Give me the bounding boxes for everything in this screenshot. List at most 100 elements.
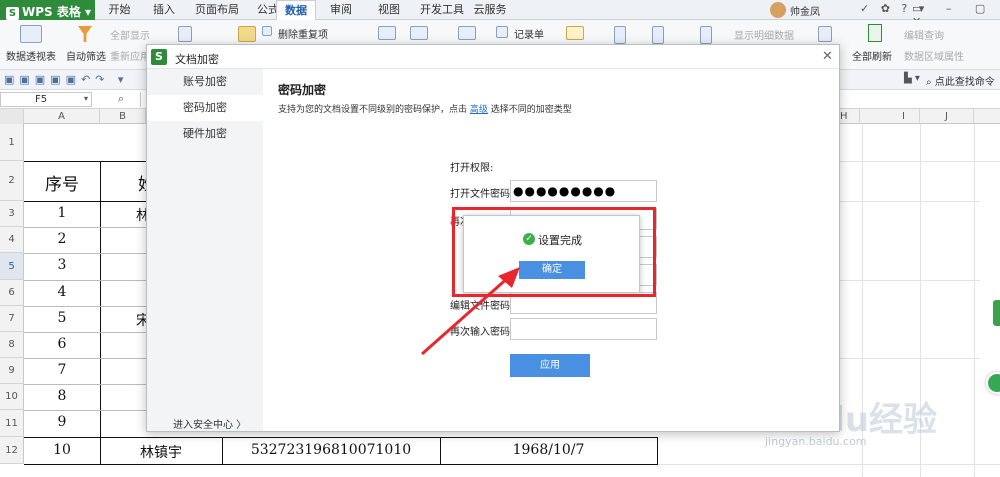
refresh-all-button[interactable]: 全部刷新 (852, 48, 892, 63)
desc-text: 支持为您的文档设置不同级别的密码保护，点击 (278, 105, 468, 115)
row-header-5[interactable]: 5 (0, 253, 24, 280)
user-name[interactable]: 帅金凤 (790, 3, 820, 18)
no-cell-6[interactable]: 6 (24, 336, 100, 352)
remove-dup-button[interactable]: 删除重复项 (278, 26, 328, 41)
section-heading: 密码加密 (278, 83, 327, 97)
record-sheet-button[interactable]: 记录单 (514, 26, 544, 41)
id-cell[interactable]: 532723196810071010 (222, 442, 440, 458)
tab-developer[interactable]: 开发工具 (412, 0, 472, 20)
refresh-all-icon (868, 24, 882, 42)
no-cell-8[interactable]: 8 (24, 388, 100, 404)
wps-logo-icon: S (151, 49, 167, 65)
group-icon[interactable] (614, 26, 626, 44)
annotation-arrow (421, 267, 520, 356)
row-header-9[interactable]: 9 (0, 358, 24, 384)
no-cell-10[interactable]: 10 (24, 442, 100, 458)
no-cell-1[interactable]: 1 (24, 205, 100, 221)
no-cell-9[interactable]: 9 (24, 414, 100, 430)
dialog-title-bar[interactable] (147, 45, 839, 69)
row-header-6[interactable]: 6 (0, 280, 24, 306)
zoom-icon[interactable]: ⌕ (118, 92, 124, 106)
grid-line (974, 124, 975, 477)
advanced-link[interactable]: 高级 (470, 105, 488, 115)
name-cell-partial[interactable]: 宋 (136, 310, 146, 330)
row-header-10[interactable]: 10 (0, 384, 24, 410)
row-header-8[interactable]: 8 (0, 332, 24, 358)
app-title: WPS 表格 (22, 5, 81, 19)
row-header-11[interactable]: 11 (0, 410, 24, 437)
name-cell-partial[interactable]: 林 (136, 205, 146, 225)
edit-query-button[interactable]: 编辑查询 (904, 27, 944, 42)
security-center-link[interactable]: 进入安全中心 〉 (173, 416, 246, 431)
no-cell-4[interactable]: 4 (24, 284, 100, 300)
grid-line (840, 358, 980, 359)
no-cell-5[interactable]: 5 (24, 310, 100, 326)
ungroup-icon[interactable] (652, 26, 664, 44)
tab-insert[interactable]: 插入 (142, 0, 186, 20)
sort-icon[interactable] (178, 26, 192, 42)
search-command[interactable]: ⌕ 点此查找命令 (926, 73, 995, 88)
pivot-table-button[interactable]: 数据透视表 (6, 48, 56, 63)
autofilter-button[interactable]: 自动筛选 (66, 48, 106, 63)
table-border (24, 280, 146, 281)
section-description: 支持为您的文档设置不同级别的密码保护，点击 高级 选择不同的加密类型 (278, 102, 572, 115)
qat-more-icon[interactable]: ▙ ▾ (904, 73, 920, 84)
date-cell[interactable]: 1968/10/7 (440, 442, 657, 458)
no-cell-2[interactable]: 2 (24, 231, 100, 247)
highlight-dup-icon[interactable] (238, 26, 256, 42)
validity-icon[interactable] (410, 26, 428, 40)
close-icon[interactable]: ✕ (822, 49, 833, 64)
row-header-2[interactable]: 2 (0, 161, 24, 201)
tab-review[interactable]: 审阅 (320, 0, 362, 20)
tab-cloud[interactable]: 云服务 (468, 0, 512, 20)
open-password-field[interactable]: ●●●●●●●●● (510, 180, 657, 202)
column-header-h[interactable]: H (840, 109, 860, 124)
no-cell-3[interactable]: 3 (24, 257, 100, 273)
name-cell[interactable]: 林镇宇 (100, 442, 222, 462)
qat-icons[interactable]: ▣▣▣▣▣↶↷ ▾ (4, 73, 128, 86)
no-cell-7[interactable]: 7 (24, 362, 100, 378)
dialog-title: 文档加密 (175, 53, 219, 66)
form-icon[interactable] (458, 26, 476, 40)
select-all-corner[interactable] (0, 109, 24, 124)
row-header-12[interactable]: 12 (0, 437, 24, 464)
wps-logo-icon: S (6, 7, 19, 20)
tab-start[interactable]: 开始 (97, 0, 142, 20)
wps-app-menu[interactable]: S WPS 表格 ▾ (0, 0, 95, 20)
tab-view[interactable]: 视图 (368, 0, 410, 20)
row-header-1[interactable]: 1 (0, 124, 24, 161)
row-header-4[interactable]: 4 (0, 227, 24, 253)
name-box-dropdown-icon[interactable]: ▾ (84, 94, 88, 103)
security-center-label: 进入安全中心 (173, 420, 233, 431)
row-header-3[interactable]: 3 (0, 201, 24, 227)
split-icon[interactable] (378, 26, 396, 40)
table-border (24, 201, 146, 202)
column-header-a[interactable]: A (24, 109, 100, 124)
tab-page-layout[interactable]: 页面布局 (186, 0, 248, 20)
column-header-i[interactable]: I (860, 109, 920, 124)
column-header-b[interactable]: B (100, 109, 146, 124)
sidebar-item-password[interactable]: 密码加密 (147, 95, 263, 121)
column-header-j[interactable]: J (920, 109, 974, 124)
subtotal-icon[interactable] (700, 26, 712, 44)
name-box[interactable]: F5 (0, 92, 92, 107)
header-no-cell[interactable]: 序号 (24, 170, 100, 195)
table-border (24, 358, 146, 359)
show-detail-button[interactable]: 显示明细数据 (734, 27, 794, 42)
side-panel-tab[interactable] (993, 300, 1000, 326)
table-border (24, 410, 146, 411)
reapply-button[interactable]: 重新应用 (110, 48, 150, 63)
range-props-button[interactable]: 数据区域属性 (904, 48, 964, 63)
sidebar-item-account[interactable]: 账号加密 (147, 69, 263, 95)
user-avatar[interactable] (770, 2, 786, 18)
row-header-7[interactable]: 7 (0, 306, 24, 332)
table-border (657, 437, 658, 464)
import-icon[interactable] (818, 26, 832, 42)
consolidate-icon[interactable] (566, 26, 584, 40)
table-border (24, 464, 658, 465)
show-all-button[interactable]: 全部显示 (110, 27, 150, 42)
sidebar-item-hardware[interactable]: 硬件加密 (147, 121, 263, 147)
floating-ball-icon[interactable] (986, 372, 1000, 394)
tab-data[interactable]: 数据 (276, 0, 316, 20)
grid-line (840, 280, 980, 281)
